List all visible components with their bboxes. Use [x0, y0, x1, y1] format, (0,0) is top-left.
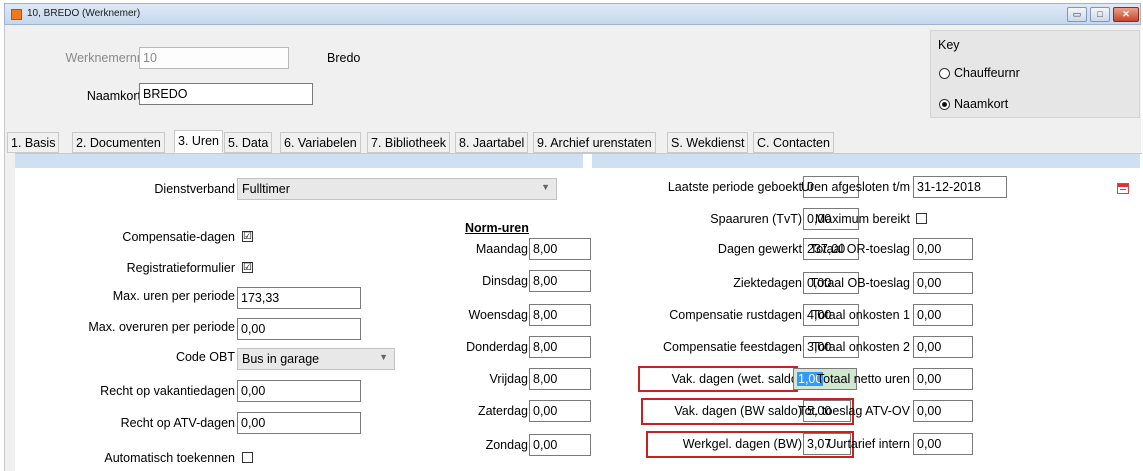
norm-zondag-field[interactable]: 0,00: [529, 434, 591, 456]
dienstverband-label: Dienstverband: [154, 182, 235, 196]
employee-name: Bredo: [327, 51, 361, 65]
norm-dinsdag-field[interactable]: 8,00: [529, 270, 591, 292]
recht-vakantiedagen-field[interactable]: 0,00: [237, 380, 361, 402]
max-overuren-label: Max. overuren per periode: [88, 320, 235, 334]
werknemernr-field[interactable]: 10: [139, 47, 289, 69]
code-obt-label: Code OBT: [175, 350, 235, 364]
totaal-onkosten-2-field[interactable]: 0,00: [913, 336, 973, 358]
tab-bibliotheek[interactable]: 7. Bibliotheek: [367, 132, 451, 153]
totaal-netto-uren-field[interactable]: 0,00: [913, 368, 973, 390]
code-obt-value: Bus in garage: [242, 352, 320, 366]
norm-donderdag-field[interactable]: 8,00: [529, 336, 591, 358]
uren-afgesloten-label: Uren afgesloten t/m: [800, 180, 910, 194]
maximum-bereikt-label: Maximum bereikt: [814, 212, 910, 226]
uren-afgesloten-field[interactable]: 31-12-2018: [913, 176, 1007, 198]
key-title: Key: [938, 38, 960, 52]
tab-archief-urenstaten[interactable]: 9. Archief urenstaten: [533, 132, 656, 153]
compensatie-rustdagen-label: Compensatie rustdagen: [669, 308, 802, 322]
recht-atv-label: Recht op ATV-dagen: [120, 416, 235, 430]
minimize-button[interactable]: ▭: [1067, 7, 1087, 22]
key-group: Key Chauffeurnr Naamkort: [930, 30, 1140, 118]
uurtarief-intern-label: Uurtarief intern: [827, 437, 910, 451]
totaal-or-toeslag-field[interactable]: 0,00: [913, 238, 973, 260]
dagen-gewerkt-label: Dagen gewerkt: [717, 242, 802, 256]
code-obt-select[interactable]: Bus in garage ▼: [237, 348, 395, 370]
right-panel-header: [592, 154, 1140, 168]
norm-woensdag-field[interactable]: 8,00: [529, 304, 591, 326]
norm-vrijdag-label: Vrijdag: [489, 372, 528, 386]
dienstverband-value: Fulltimer: [242, 182, 290, 196]
chevron-down-icon: ▼: [541, 182, 550, 192]
totaal-netto-uren-label: Totaal netto uren: [816, 372, 910, 386]
totaal-onkosten-2-label: Totaal onkosten 2: [812, 340, 910, 354]
werknemernr-label: Werknemernr: [65, 51, 141, 65]
spaaruren-label: Spaaruren (TvT): [710, 212, 802, 226]
norm-uren-title: Norm-uren: [465, 221, 529, 235]
norm-zaterdag-label: Zaterdag: [477, 404, 528, 418]
radio-naamkort[interactable]: [939, 99, 950, 110]
norm-zondag-label: Zondag: [485, 438, 528, 452]
naamkort-label: Naamkort: [86, 89, 141, 103]
calendar-icon[interactable]: [1117, 183, 1129, 194]
maximize-button[interactable]: □: [1090, 7, 1110, 22]
tab-wekdienst[interactable]: S. Wekdienst: [667, 132, 749, 153]
norm-maandag-field[interactable]: 8,00: [529, 238, 591, 260]
maximum-bereikt-checkbox[interactable]: [916, 213, 927, 224]
max-uren-field[interactable]: 173,33: [237, 287, 361, 309]
close-button[interactable]: ✕: [1113, 7, 1139, 22]
radio-naamkort-label: Naamkort: [954, 97, 1009, 111]
uurtarief-intern-field[interactable]: 0,00: [913, 433, 973, 455]
recht-vakantiedagen-label: Recht op vakantiedagen: [100, 384, 235, 398]
compensatie-dagen-checkbox[interactable]: ☑: [242, 231, 253, 242]
norm-zaterdag-field[interactable]: 0,00: [529, 400, 591, 422]
tab-data[interactable]: 5. Data: [224, 132, 273, 153]
compensatie-feestdagen-label: Compensatie feestdagen: [663, 340, 802, 354]
norm-vrijdag-field[interactable]: 8,00: [529, 368, 591, 390]
naamkort-field[interactable]: BREDO: [139, 83, 313, 105]
recht-atv-field[interactable]: 0,00: [237, 412, 361, 434]
left-panel-header: [15, 154, 583, 168]
main-panel: Werknemernr 10 Bredo Naamkort BREDO Key …: [4, 25, 1142, 471]
tot-toeslag-atv-label: Tot. toeslag ATV-OV: [798, 404, 910, 418]
tab-contacten[interactable]: C. Contacten: [753, 132, 834, 153]
ziektedagen-label: Ziektedagen: [733, 276, 802, 290]
registratieformulier-label: Registratieformulier: [126, 261, 235, 275]
compensatie-dagen-label: Compensatie-dagen: [122, 230, 235, 244]
radio-chauffeurnr[interactable]: [939, 68, 950, 79]
totaal-ob-toeslag-label: Totaal OB-toeslag: [810, 276, 910, 290]
vak-dagen-bw-label: Vak. dagen (BW saldo): [674, 404, 802, 418]
tab-basis[interactable]: 1. Basis: [7, 132, 60, 153]
automatisch-toekennen-checkbox[interactable]: [242, 452, 253, 463]
norm-donderdag-label: Donderdag: [466, 340, 528, 354]
norm-woensdag-label: Woensdag: [468, 308, 528, 322]
automatisch-toekennen-label: Automatisch toekennen: [104, 451, 235, 465]
tot-toeslag-atv-field[interactable]: 0,00: [913, 400, 973, 422]
norm-dinsdag-label: Dinsdag: [482, 274, 528, 288]
max-uren-label: Max. uren per periode: [112, 289, 235, 303]
uren-tab-content: Dienstverband Fulltimer ▼ Compensatie-da…: [15, 153, 1142, 471]
tab-variabelen[interactable]: 6. Variabelen: [280, 132, 361, 153]
norm-maandag-label: Maandag: [475, 242, 528, 256]
vak-dagen-wet-label: Vak. dagen (wet. saldo): [671, 372, 802, 386]
tab-jaartabel[interactable]: 8. Jaartabel: [455, 132, 529, 153]
app-icon: [11, 9, 22, 20]
werkgel-dagen-bw-label: Werkgel. dagen (BW): [682, 437, 802, 451]
totaal-onkosten-1-field[interactable]: 0,00: [913, 304, 973, 326]
window-title: 10, BREDO (Werknemer): [27, 8, 141, 19]
window-titlebar: 10, BREDO (Werknemer) ▭ □ ✕: [4, 3, 1141, 25]
totaal-or-toeslag-label: Totaal OR-toeslag: [809, 242, 910, 256]
tab-documenten[interactable]: 2. Documenten: [72, 132, 165, 153]
max-overuren-field[interactable]: 0,00: [237, 318, 361, 340]
chevron-down-icon: ▼: [379, 352, 388, 362]
totaal-onkosten-1-label: Totaal onkosten 1: [812, 308, 910, 322]
registratieformulier-checkbox[interactable]: ☑: [242, 262, 253, 273]
tab-uren[interactable]: 3. Uren: [174, 130, 223, 153]
totaal-ob-toeslag-field[interactable]: 0,00: [913, 272, 973, 294]
radio-chauffeurnr-label: Chauffeurnr: [954, 66, 1020, 80]
dienstverband-select[interactable]: Fulltimer ▼: [237, 178, 557, 200]
laatste-periode-label: Laatste periode geboekt: [667, 180, 802, 194]
